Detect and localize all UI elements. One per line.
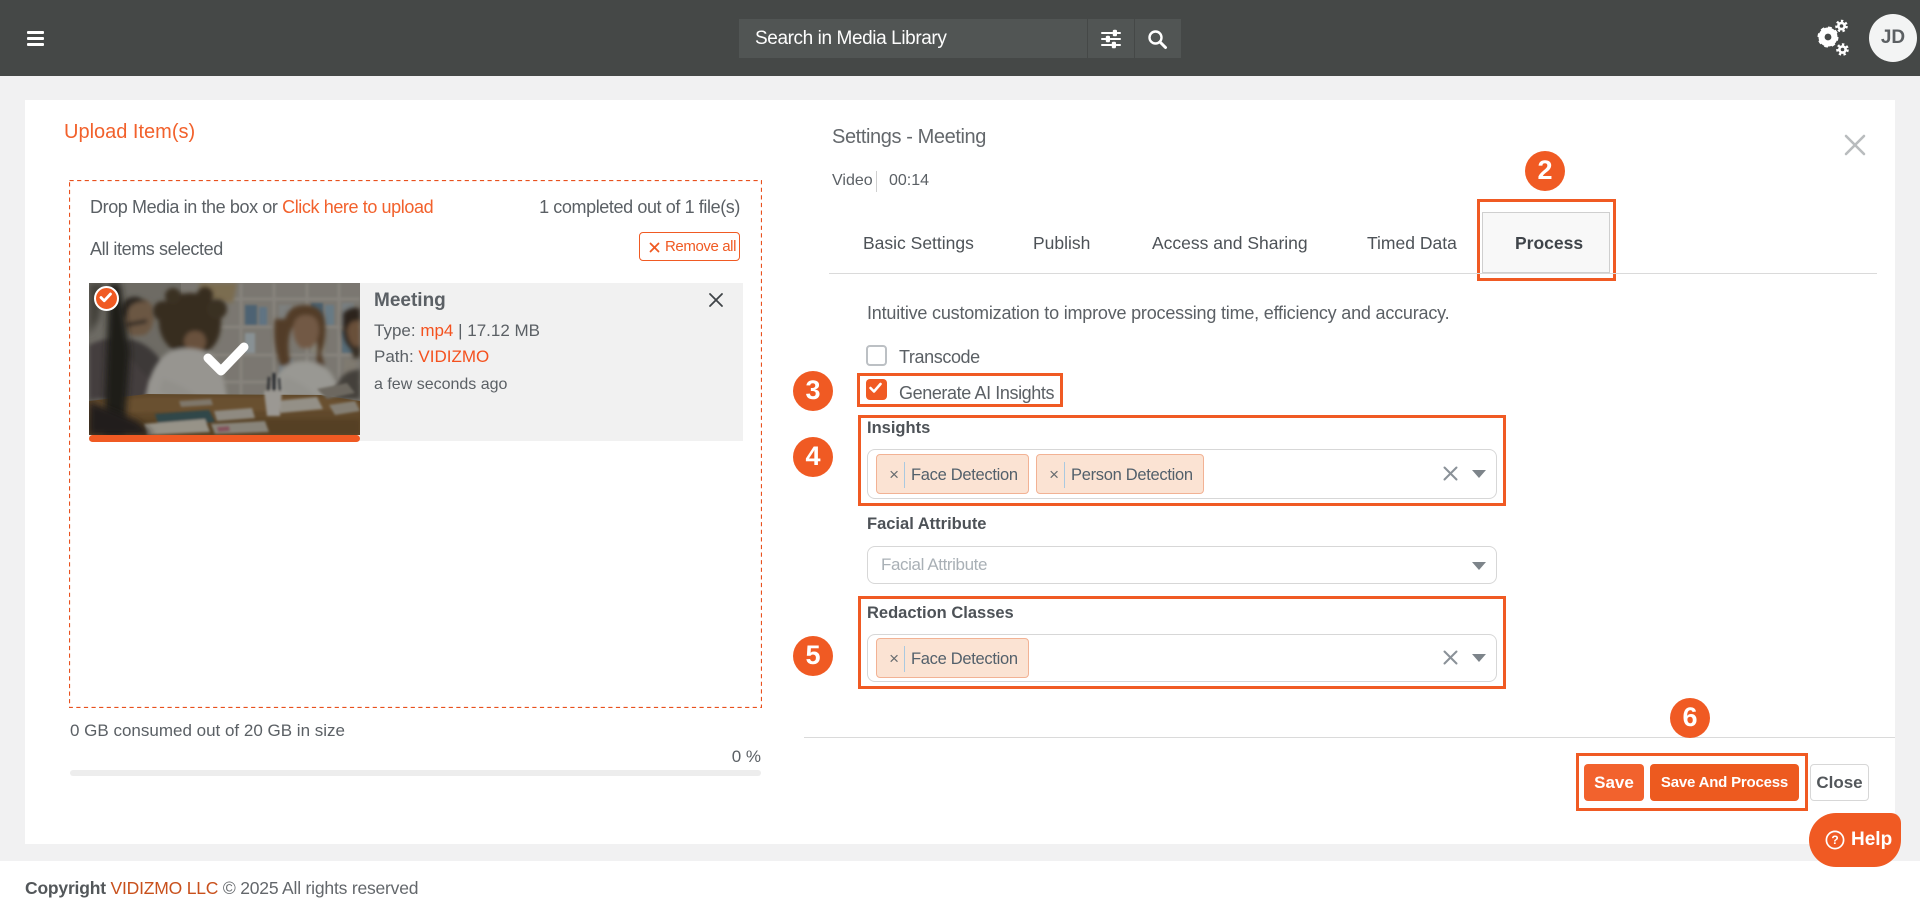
svg-text:?: ?: [1831, 833, 1838, 847]
